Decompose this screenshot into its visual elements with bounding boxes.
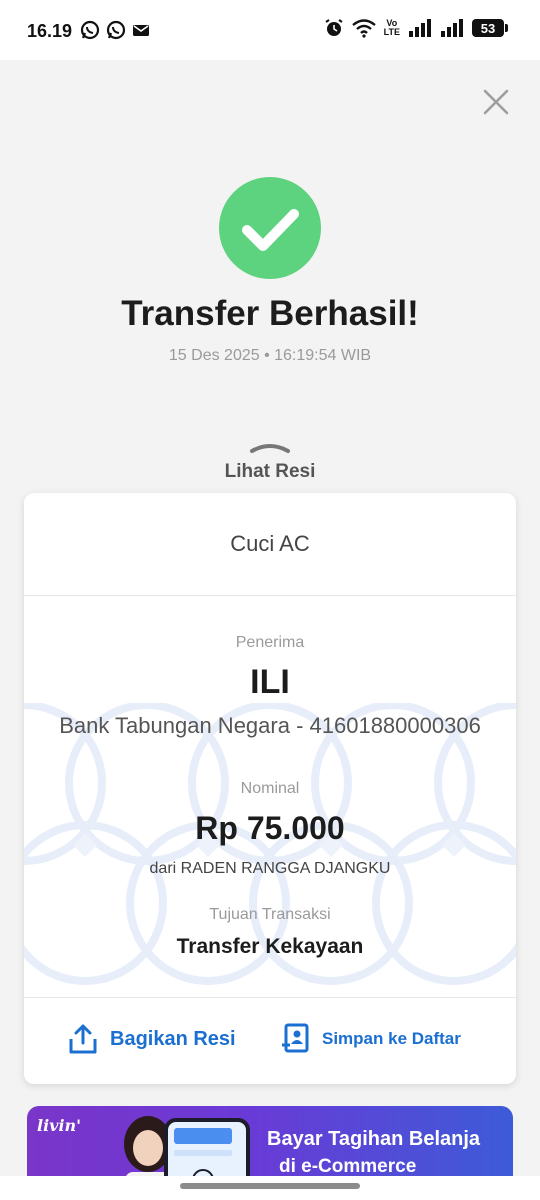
status-bar: 16.19 Vo LTE 53 — [0, 0, 540, 60]
view-receipt-toggle[interactable]: Lihat Resi — [210, 440, 330, 483]
share-icon — [69, 1024, 97, 1054]
battery-indicator: 53 — [472, 19, 508, 37]
promo-headline: Bayar Tagihan Belanja — [267, 1128, 481, 1150]
home-indicator[interactable] — [180, 1183, 360, 1189]
system-icons: Vo LTE 53 — [324, 18, 508, 38]
view-receipt-label: Lihat Resi — [224, 461, 316, 482]
purpose-label: Tujuan Transaksi — [209, 906, 331, 923]
alarm-icon — [325, 19, 343, 36]
actions-divider — [24, 997, 516, 998]
share-receipt-label: Bagikan Resi — [110, 1027, 236, 1050]
signal-icon — [409, 19, 431, 37]
save-to-list-label: Simpan ke Daftar — [322, 1029, 461, 1048]
transfer-amount: Rp 75.000 — [195, 810, 345, 846]
share-receipt-button[interactable]: Bagikan Resi — [68, 1023, 236, 1055]
status-time: 16.19 — [27, 21, 73, 41]
transfer-note: Cuci AC — [24, 493, 516, 596]
whatsapp-icon — [80, 20, 100, 40]
transaction-purpose: Transfer Kekayaan — [176, 935, 364, 958]
volte-icon: Vo LTE — [383, 18, 400, 37]
close-icon[interactable] — [482, 88, 510, 116]
whatsapp-icon — [106, 20, 126, 40]
wifi-icon — [351, 19, 376, 38]
recipient-bank-account: Bank Tabungan Negara - 41601880000306 — [59, 713, 481, 738]
recipient-name: ILI — [250, 663, 290, 701]
transaction-datetime: 15 Des 2025 • 16:19:54 WIB — [168, 347, 372, 364]
save-to-list-button[interactable]: Simpan ke Daftar — [280, 1023, 461, 1055]
chevron-up-icon — [250, 444, 290, 453]
success-check-icon — [219, 177, 321, 279]
sender-name: dari RADEN RANGGA DJANGKU — [149, 860, 391, 877]
receipt-card: Cuci AC Penerima ILI Bank Tabungan Negar… — [24, 493, 516, 1084]
notification-icons — [80, 20, 150, 40]
signal-icon — [441, 19, 463, 37]
gmail-icon — [133, 25, 149, 36]
recipient-label: Penerima — [235, 634, 305, 651]
amount-label: Nominal — [240, 780, 300, 797]
page-title: Transfer Berhasil! — [121, 294, 419, 333]
add-contact-icon — [282, 1023, 309, 1053]
livin-logo: livin' — [37, 1116, 82, 1135]
promo-subheadline: di e-Commerce — [279, 1156, 417, 1177]
promo-banner[interactable]: livin' Bayar Tagihan Belanja di e-Commer… — [27, 1106, 513, 1186]
